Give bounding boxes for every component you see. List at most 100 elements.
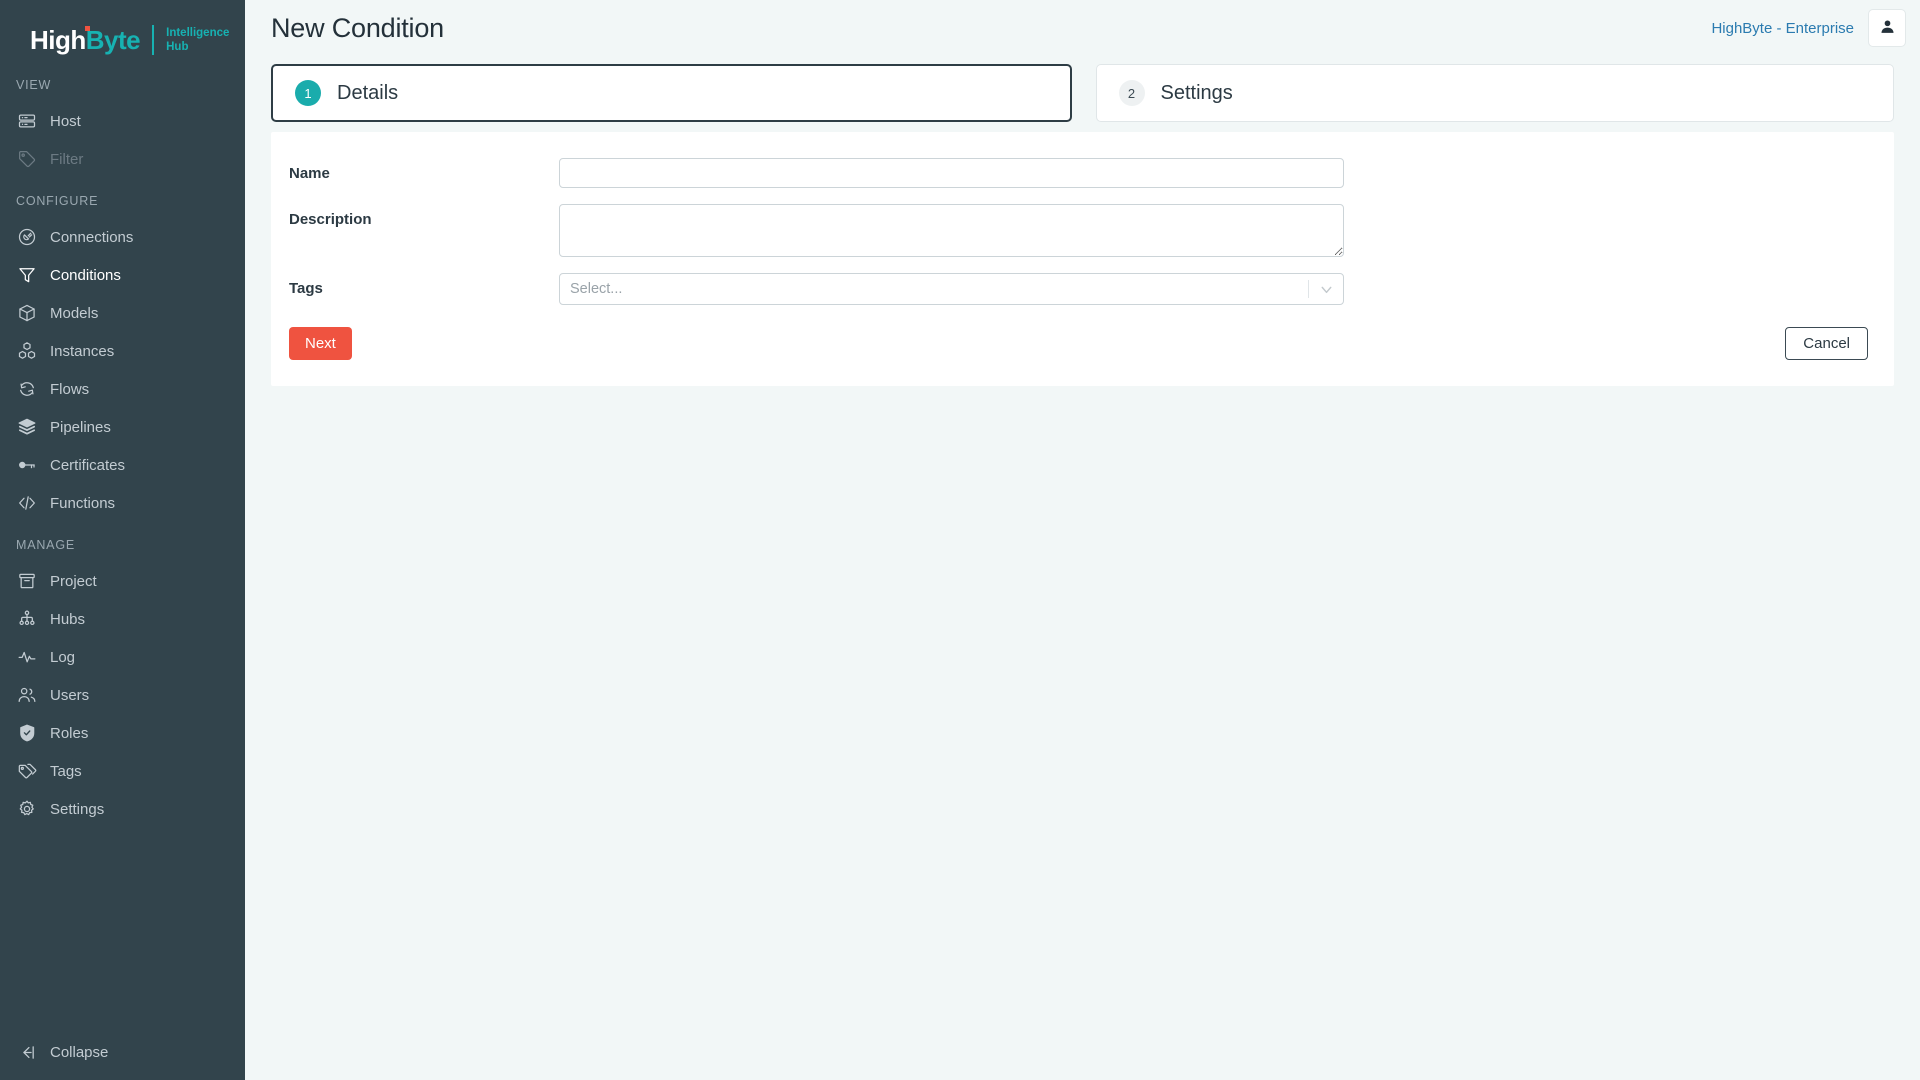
tags-control: Select... bbox=[559, 273, 1344, 305]
name-input[interactable] bbox=[559, 158, 1344, 188]
user-account-button[interactable] bbox=[1868, 9, 1906, 47]
sidebar-section-title-manage: MANAGE bbox=[16, 538, 75, 552]
sidebar-item-conditions[interactable]: Conditions bbox=[0, 256, 245, 294]
top-bar: New Condition HighByte - Enterprise bbox=[245, 0, 1920, 56]
sidebar-item-label: Certificates bbox=[50, 456, 126, 474]
name-label: Name bbox=[289, 165, 330, 182]
sidebar-item-label: Flows bbox=[50, 380, 90, 398]
step-label: Details bbox=[337, 81, 399, 104]
sidebar-item-flows[interactable]: Flows bbox=[0, 370, 245, 408]
tag-icon bbox=[16, 148, 38, 170]
sidebar-item-certificates[interactable]: Certificates bbox=[0, 446, 245, 484]
sidebar-item-tags[interactable]: Tags bbox=[0, 752, 245, 790]
gear-icon bbox=[16, 798, 38, 820]
sidebar-item-settings[interactable]: Settings bbox=[0, 790, 245, 828]
field-row-description: Description bbox=[271, 204, 1894, 257]
sidebar-item-label: Roles bbox=[50, 724, 89, 742]
sidebar-item-label: Project bbox=[50, 572, 97, 590]
sidebar-item-label: Instances bbox=[50, 342, 115, 360]
server-icon bbox=[16, 110, 38, 132]
logo-primary-text: High bbox=[30, 24, 86, 55]
name-control bbox=[559, 158, 1344, 188]
sidebar-item-log[interactable]: Log bbox=[0, 638, 245, 676]
form-actions: Next Cancel bbox=[271, 321, 1894, 360]
archive-box-icon bbox=[16, 570, 38, 592]
sidebar-item-users[interactable]: Users bbox=[0, 676, 245, 714]
sidebar-item-instances[interactable]: Instances bbox=[0, 332, 245, 370]
logo-wordmark: High Byte bbox=[30, 24, 141, 56]
wizard-steps: 1 Details 2 Settings bbox=[245, 56, 1920, 122]
sidebar-item-label: Models bbox=[50, 304, 99, 322]
sidebar-item-label: Log bbox=[50, 648, 76, 666]
app-root: High Byte Intelligence Hub VIEW Host Filte… bbox=[0, 0, 1920, 1080]
sidebar-section-title-view: VIEW bbox=[16, 78, 52, 92]
sidebar-item-host[interactable]: Host bbox=[0, 102, 245, 140]
layers-icon bbox=[16, 416, 38, 438]
logo-dot-icon bbox=[85, 25, 90, 31]
sidebar-item-label: Settings bbox=[50, 800, 105, 818]
logo-divider bbox=[152, 25, 155, 55]
sidebar-item-pipelines[interactable]: Pipelines bbox=[0, 408, 245, 446]
sidebar-item-label: Tags bbox=[50, 762, 82, 780]
details-form-card: Name Description Tags Select... Next Can… bbox=[271, 132, 1894, 386]
sidebar-section-title-configure: CONFIGURE bbox=[16, 194, 99, 208]
field-row-tags: Tags Select... bbox=[271, 273, 1894, 305]
sidebar-item-label: Hubs bbox=[50, 610, 86, 628]
sidebar-item-label: Connections bbox=[50, 228, 134, 246]
sidebar-item-label: Users bbox=[50, 686, 90, 704]
shield-check-icon bbox=[16, 722, 38, 744]
code-brackets-icon bbox=[16, 492, 38, 514]
top-bar-right: HighByte - Enterprise bbox=[1711, 9, 1906, 47]
tags-select-placeholder: Select... bbox=[570, 281, 623, 297]
funnel-icon bbox=[16, 264, 38, 286]
tags-select[interactable]: Select... bbox=[559, 273, 1344, 305]
logo-accent-text: Byte bbox=[85, 24, 141, 55]
step-number-badge: 2 bbox=[1118, 80, 1145, 106]
logo-subtitle-line2: Hub bbox=[166, 41, 189, 53]
activity-pulse-icon bbox=[16, 646, 38, 668]
wizard-step-settings[interactable]: 2 Settings bbox=[1095, 64, 1894, 122]
cancel-button[interactable]: Cancel bbox=[1785, 327, 1868, 360]
step-label: Settings bbox=[1160, 81, 1233, 104]
sidebar-nav: VIEW Host Filter CONFIGURE Connections Condit… bbox=[0, 62, 245, 828]
logo-subtitle: Intelligence Hub bbox=[166, 26, 229, 54]
sitemap-icon bbox=[16, 608, 38, 630]
sidebar-item-connections[interactable]: Connections bbox=[0, 218, 245, 256]
box-icon bbox=[16, 302, 38, 324]
key-icon bbox=[16, 454, 38, 476]
sidebar-collapse-label: Collapse bbox=[50, 1043, 109, 1061]
next-button[interactable]: Next bbox=[289, 327, 352, 360]
description-label: Description bbox=[289, 211, 372, 228]
user-icon bbox=[1879, 18, 1896, 38]
refresh-circle-icon bbox=[16, 378, 38, 400]
sidebar-item-hubs[interactable]: Hubs bbox=[0, 600, 245, 638]
sidebar-item-label: Conditions bbox=[50, 266, 121, 284]
sidebar-item-label: Pipelines bbox=[50, 418, 111, 436]
tags-label: Tags bbox=[289, 280, 323, 297]
arrow-left-to-bar-icon bbox=[16, 1041, 38, 1063]
cubes-icon bbox=[16, 340, 38, 362]
chevron-down-icon[interactable] bbox=[1309, 281, 1343, 298]
sidebar-item-functions[interactable]: Functions bbox=[0, 484, 245, 522]
enterprise-label: HighByte - Enterprise bbox=[1711, 19, 1854, 37]
sidebar-item-label: Filter bbox=[50, 150, 84, 168]
tags-icon bbox=[16, 760, 38, 782]
users-icon bbox=[16, 684, 38, 706]
sidebar-item-models[interactable]: Models bbox=[0, 294, 245, 332]
sidebar-collapse-button[interactable]: Collapse bbox=[0, 1024, 245, 1080]
sidebar-item-project[interactable]: Project bbox=[0, 562, 245, 600]
page-title: New Condition bbox=[271, 12, 444, 43]
description-control bbox=[559, 204, 1344, 257]
description-textarea[interactable] bbox=[559, 204, 1344, 257]
plug-circle-icon bbox=[16, 226, 38, 248]
sidebar-item-filter: Filter bbox=[0, 140, 245, 178]
main-content: New Condition HighByte - Enterprise 1 Det… bbox=[245, 0, 1920, 1080]
step-number-badge: 1 bbox=[295, 80, 321, 106]
logo-subtitle-line1: Intelligence bbox=[166, 27, 230, 39]
app-logo[interactable]: High Byte Intelligence Hub bbox=[0, 0, 245, 62]
field-row-name: Name bbox=[271, 158, 1894, 188]
sidebar: High Byte Intelligence Hub VIEW Host Filte… bbox=[0, 0, 245, 1080]
sidebar-item-label: Host bbox=[50, 112, 81, 130]
sidebar-item-roles[interactable]: Roles bbox=[0, 714, 245, 752]
wizard-step-details[interactable]: 1 Details bbox=[271, 64, 1072, 122]
